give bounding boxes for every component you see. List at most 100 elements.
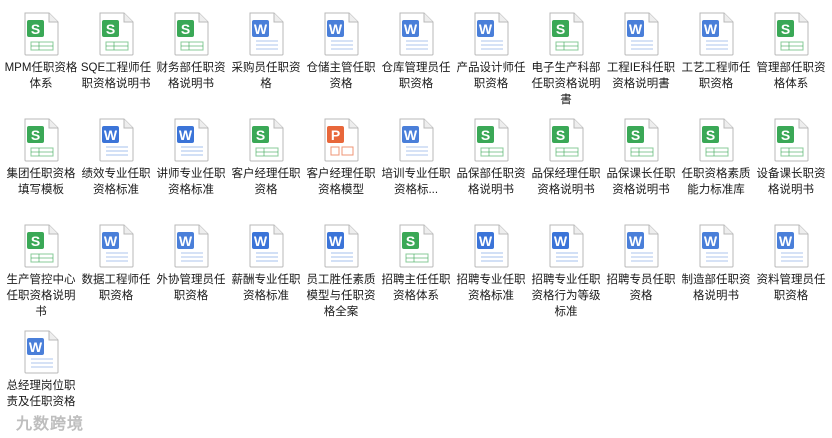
file-item[interactable]: W 招聘专员任职资格 — [604, 214, 678, 320]
file-item[interactable]: W 工程IE科任职资格说明書 — [604, 2, 678, 108]
file-name-label: 仓储主管任职资格 — [306, 62, 376, 90]
file-name-label: 绩效专业任职资格标准 — [81, 168, 151, 196]
file-item[interactable]: S 生产管控中心任职资格说明书 — [4, 214, 78, 320]
file-name-label: 数据工程师任职资格 — [81, 274, 151, 302]
file-item[interactable]: P 客户经理任职资格模型 — [304, 108, 378, 214]
file-icon-wrapper: W — [96, 224, 136, 268]
file-name-label: 产品设计师任职资格 — [456, 62, 526, 90]
file-item[interactable]: W 讲师专业任职资格标准 — [154, 108, 228, 214]
file-name-label: 工艺工程师任职资格 — [681, 62, 751, 90]
spreadsheet-file-icon: S — [474, 118, 509, 162]
file-item[interactable]: W 培训专业任职资格标... — [379, 108, 453, 214]
file-name-label: 任职资格素质能力标准库 — [681, 168, 751, 196]
spreadsheet-file-icon: S — [24, 12, 59, 56]
file-item[interactable]: S 品保部任职资格说明书 — [454, 108, 528, 214]
file-icon-wrapper: W — [696, 12, 736, 56]
svg-text:S: S — [31, 127, 40, 143]
file-item[interactable]: S 电子生产科部任职资格说明書 — [529, 2, 603, 108]
file-icon-wrapper: W — [696, 224, 736, 268]
file-item[interactable]: W 仓储主管任职资格 — [304, 2, 378, 108]
file-item[interactable]: W 招聘专业任职资格标准 — [454, 214, 528, 320]
svg-text:W: W — [329, 233, 343, 249]
file-item[interactable]: W 绩效专业任职资格标准 — [79, 108, 153, 214]
word-file-icon: W — [624, 224, 659, 268]
svg-text:S: S — [31, 233, 40, 249]
file-icon-wrapper: W — [246, 224, 286, 268]
file-item[interactable]: W 薪酬专业任职资格标准 — [229, 214, 303, 320]
file-name-label: 招聘专业任职资格标准 — [456, 274, 526, 302]
spreadsheet-file-icon: S — [99, 12, 134, 56]
file-name-label: 外协管理员任职资格 — [156, 274, 226, 302]
file-icon-wrapper: S — [21, 12, 61, 56]
file-icon-wrapper: S — [396, 224, 436, 268]
file-icon-wrapper: W — [171, 224, 211, 268]
word-file-icon: W — [99, 118, 134, 162]
file-item[interactable]: S 招聘主任任职资格体系 — [379, 214, 453, 320]
spreadsheet-file-icon: S — [174, 12, 209, 56]
file-icon-wrapper: W — [396, 118, 436, 162]
file-item[interactable]: W 数据工程师任职资格 — [79, 214, 153, 320]
svg-text:W: W — [254, 21, 268, 37]
file-item[interactable]: W 员工胜任素质模型与任职资格全案 — [304, 214, 378, 320]
word-file-icon: W — [399, 12, 434, 56]
svg-text:W: W — [704, 233, 718, 249]
file-grid: S MPM任职资格体系 S SQE工程师任职资格说明书 S 财务部任职资格说明书 W 采购员任… — [0, 0, 832, 438]
svg-text:W: W — [254, 233, 268, 249]
spreadsheet-file-icon: S — [24, 118, 59, 162]
svg-text:S: S — [631, 127, 640, 143]
spreadsheet-file-icon: S — [24, 224, 59, 268]
file-name-label: 电子生产科部任职资格说明書 — [531, 62, 601, 106]
file-item[interactable]: W 招聘专业任职资格行为等级标准 — [529, 214, 603, 320]
file-name-label: 讲师专业任职资格标准 — [156, 168, 226, 196]
file-item[interactable]: S 财务部任职资格说明书 — [154, 2, 228, 108]
file-icon-wrapper: W — [546, 224, 586, 268]
file-item[interactable]: W 外协管理员任职资格 — [154, 214, 228, 320]
file-name-label: 集团任职资格填写模板 — [6, 168, 76, 196]
file-icon-wrapper: W — [246, 12, 286, 56]
file-name-label: MPM任职资格体系 — [4, 62, 78, 90]
word-file-icon: W — [99, 224, 134, 268]
svg-text:W: W — [479, 21, 493, 37]
file-item[interactable]: S 集团任职资格填写模板 — [4, 108, 78, 214]
file-name-label: SQE工程师任职资格说明书 — [80, 62, 152, 90]
file-item[interactable]: W 资料管理员任职资格 — [754, 214, 828, 320]
file-icon-wrapper: S — [96, 12, 136, 56]
file-icon-wrapper: W — [321, 12, 361, 56]
file-item[interactable]: W 仓库管理员任职资格 — [379, 2, 453, 108]
file-name-label: 客户经理任职资格模型 — [306, 168, 376, 196]
file-item[interactable]: S 任职资格素质能力标准库 — [679, 108, 753, 214]
word-file-icon: W — [24, 330, 59, 374]
file-icon-wrapper: S — [471, 118, 511, 162]
file-item[interactable]: W 产品设计师任职资格 — [454, 2, 528, 108]
file-item[interactable]: S 客户经理任职资格 — [229, 108, 303, 214]
file-name-label: 管理部任职资格体系 — [756, 62, 826, 90]
svg-text:W: W — [404, 127, 418, 143]
file-name-label: 招聘专业任职资格行为等级标准 — [531, 274, 601, 318]
file-name-label: 薪酬专业任职资格标准 — [231, 274, 301, 302]
spreadsheet-file-icon: S — [774, 118, 809, 162]
file-name-label: 品保课长任职资格说明书 — [606, 168, 676, 196]
svg-text:S: S — [406, 233, 415, 249]
file-item[interactable]: S 品保课长任职资格说明书 — [604, 108, 678, 214]
file-icon-wrapper: S — [621, 118, 661, 162]
file-icon-wrapper: W — [471, 224, 511, 268]
svg-text:P: P — [331, 127, 340, 143]
file-item[interactable]: W 工艺工程师任职资格 — [679, 2, 753, 108]
file-name-label: 财务部任职资格说明书 — [156, 62, 226, 90]
file-item[interactable]: S 品保经理任职资格说明书 — [529, 108, 603, 214]
file-item[interactable]: W 制造部任职资格说明书 — [679, 214, 753, 320]
svg-text:W: W — [179, 127, 193, 143]
file-item[interactable]: S 管理部任职资格体系 — [754, 2, 828, 108]
file-name-label: 培训专业任职资格标... — [381, 168, 451, 196]
file-item[interactable]: W 采购员任职资格 — [229, 2, 303, 108]
file-name-label: 品保部任职资格说明书 — [456, 168, 526, 196]
file-item[interactable]: S MPM任职资格体系 — [4, 2, 78, 108]
file-item[interactable]: S SQE工程师任职资格说明书 — [79, 2, 153, 108]
word-file-icon: W — [474, 12, 509, 56]
spreadsheet-file-icon: S — [699, 118, 734, 162]
file-item[interactable]: S 设备课长职资格说明书 — [754, 108, 828, 214]
svg-text:W: W — [29, 339, 43, 355]
word-file-icon: W — [474, 224, 509, 268]
svg-text:S: S — [31, 21, 40, 37]
file-name-label: 招聘主任任职资格体系 — [381, 274, 451, 302]
